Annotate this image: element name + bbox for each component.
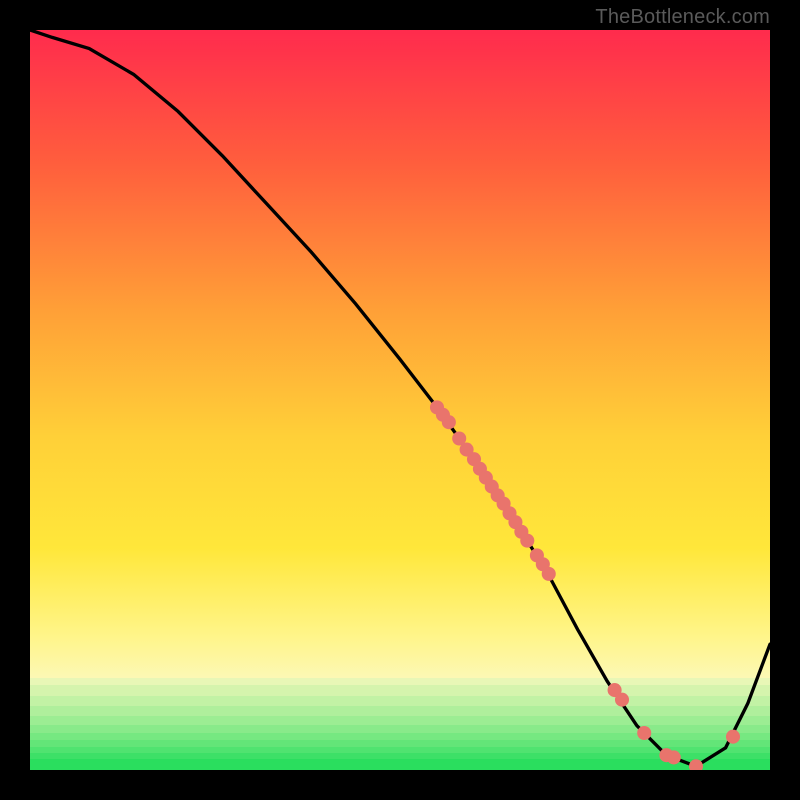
data-point: [689, 759, 703, 770]
plot-area: [30, 30, 770, 770]
data-points: [430, 400, 740, 770]
curve-svg: [30, 30, 770, 770]
data-point: [520, 534, 534, 548]
data-point: [542, 567, 556, 581]
chart-frame: TheBottleneck.com: [0, 0, 800, 800]
data-point: [667, 750, 681, 764]
data-point: [637, 726, 651, 740]
data-point: [726, 730, 740, 744]
bottleneck-curve: [30, 30, 770, 766]
data-point: [442, 415, 456, 429]
data-point: [615, 693, 629, 707]
attribution-text: TheBottleneck.com: [595, 6, 770, 29]
